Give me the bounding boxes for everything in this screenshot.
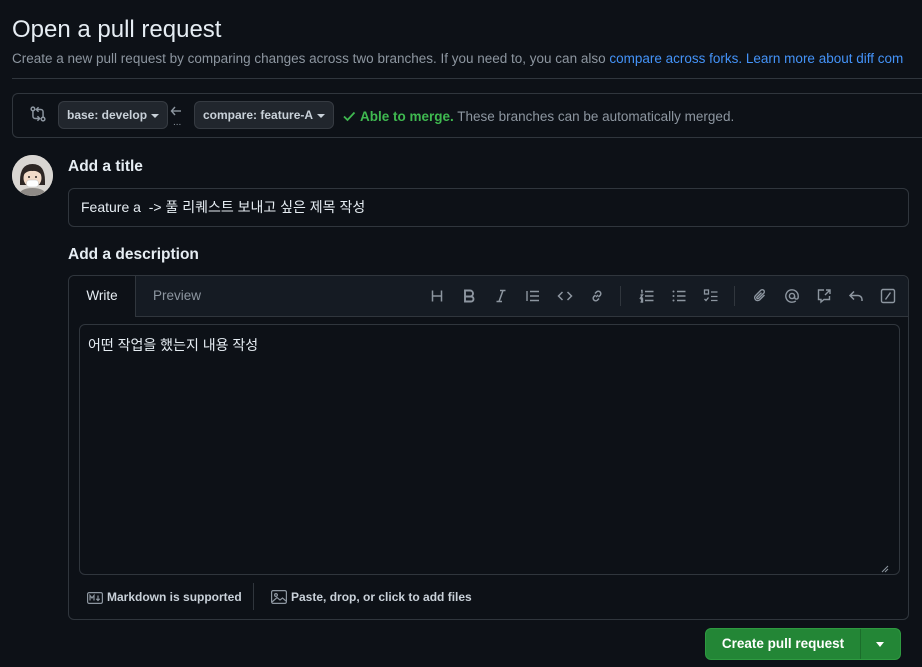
cross-reference-icon[interactable] [815, 287, 833, 305]
title-input[interactable]: Feature a -> 풀 리퀘스트 보내고 싶은 제목 작성 [68, 188, 909, 227]
compare-forks-link[interactable]: compare across forks. [609, 51, 742, 66]
arrow-left-icon [170, 106, 181, 116]
description-editor: Write Preview 어떤 작업을 했는지 내용 작성 Markdown … [68, 275, 909, 620]
slash-commands-icon[interactable] [879, 287, 897, 305]
description-textarea[interactable]: 어떤 작업을 했는지 내용 작성 [79, 324, 900, 575]
git-compare-icon [30, 106, 46, 122]
toolbar-divider [620, 286, 621, 306]
header-divider [12, 78, 922, 79]
markdown-note-label: Markdown is supported [107, 590, 242, 604]
image-icon [271, 590, 288, 605]
avatar [12, 155, 53, 196]
range-dots: ... [173, 117, 182, 128]
heading-icon[interactable] [428, 287, 446, 305]
create-pull-request-label: Create pull request [721, 636, 845, 651]
page-title: Open a pull request [12, 16, 222, 43]
merge-ok-text: Able to merge. [360, 109, 454, 124]
learn-more-link[interactable]: Learn more about diff com [746, 51, 903, 66]
description-label: Add a description [68, 246, 199, 263]
markdown-icon [87, 592, 104, 605]
attach-files-label: Paste, drop, or click to add files [291, 590, 472, 604]
code-icon[interactable] [556, 287, 574, 305]
base-branch-label: base: develop [67, 108, 148, 122]
task-list-icon[interactable] [702, 287, 720, 305]
create-pull-request-button[interactable]: Create pull request [705, 628, 901, 660]
avatar-image [12, 155, 53, 196]
chevron-down-icon[interactable] [861, 629, 900, 659]
quote-icon[interactable] [524, 287, 542, 305]
mention-icon[interactable] [783, 287, 801, 305]
title-label: Add a title [68, 158, 143, 175]
base-branch-select[interactable]: base: develop [58, 101, 169, 129]
resize-handle-icon[interactable] [881, 565, 889, 573]
attach-files-note[interactable]: Paste, drop, or click to add files [271, 590, 472, 605]
toolbar-divider [734, 286, 735, 306]
page-subtitle: Create a new pull request by comparing c… [12, 51, 903, 66]
unordered-list-icon[interactable] [670, 287, 688, 305]
chevron-down-icon [317, 113, 326, 118]
merge-detail-text: These branches can be automatically merg… [457, 109, 735, 124]
ordered-list-icon[interactable] [638, 287, 656, 305]
chevron-down-icon [151, 113, 160, 118]
compare-branch-label: compare: feature-A [203, 108, 314, 122]
attach-icon[interactable] [751, 287, 769, 305]
link-icon[interactable] [588, 287, 606, 305]
editor-tabbar: Write Preview [69, 276, 908, 317]
merge-status: Able to merge. These branches can be aut… [342, 109, 734, 124]
reply-icon[interactable] [847, 287, 865, 305]
tab-preview[interactable]: Preview [153, 276, 201, 316]
italic-icon[interactable] [492, 287, 510, 305]
bold-icon[interactable] [460, 287, 478, 305]
subtitle-text: Create a new pull request by comparing c… [12, 51, 610, 66]
branch-range-editor: base: develop ... compare: feature-A Abl… [12, 93, 922, 138]
tab-write[interactable]: Write [69, 276, 136, 317]
compare-branch-select[interactable]: compare: feature-A [194, 101, 335, 129]
check-icon [343, 111, 356, 122]
markdown-note[interactable]: Markdown is supported [87, 590, 242, 605]
footer-divider [253, 583, 254, 610]
